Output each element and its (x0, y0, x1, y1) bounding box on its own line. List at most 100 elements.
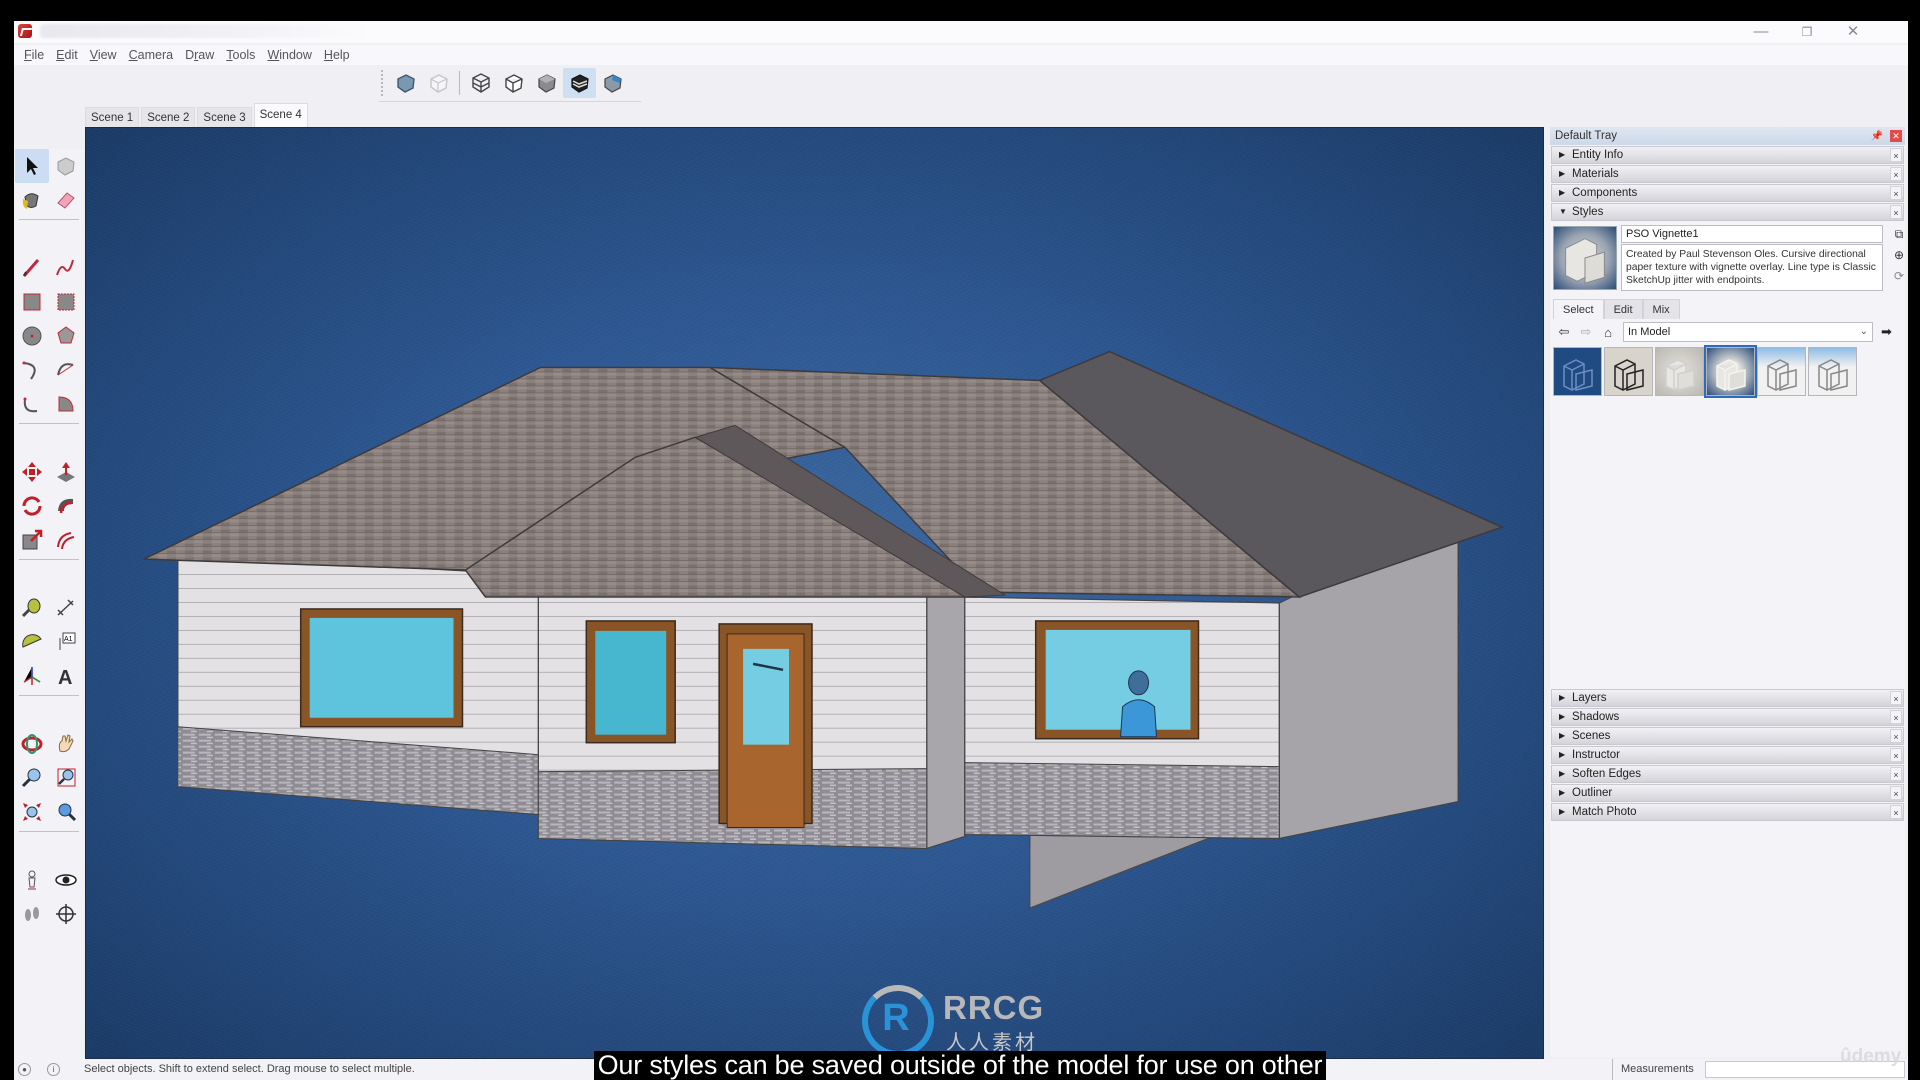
scene-tab-4[interactable]: Scene 4 (253, 103, 308, 127)
monochrome-button[interactable] (596, 68, 629, 98)
menu-edit[interactable]: Edit (50, 48, 84, 62)
arc-tool[interactable] (15, 353, 49, 387)
scale-tool[interactable] (15, 523, 49, 557)
forward-arrow-icon[interactable]: ⇨ (1575, 324, 1597, 340)
panel-soften-edges[interactable]: ▶ Soften Edges × (1551, 765, 1904, 783)
menu-draw[interactable]: Draw (179, 48, 220, 62)
styles-tab-mix[interactable]: Mix (1642, 299, 1680, 319)
drawing-viewport[interactable] (85, 127, 1544, 1059)
style-swatch[interactable] (1704, 345, 1757, 398)
close-panel-icon[interactable]: × (1890, 805, 1902, 819)
geo-location-icon[interactable]: ● (18, 1063, 31, 1076)
wireframe-button[interactable] (464, 68, 497, 98)
line-tool[interactable] (15, 251, 49, 285)
close-panel-icon[interactable]: × (1890, 767, 1902, 781)
style-name-field[interactable]: PSO Vignette1 (1621, 225, 1883, 243)
dimension-tool[interactable] (49, 591, 83, 625)
panel-components[interactable]: ▶ Components × (1551, 184, 1904, 202)
3-point-arc-tool[interactable] (15, 387, 49, 421)
create-style-icon[interactable]: ⧉ (1892, 227, 1906, 241)
select-tool[interactable] (15, 149, 49, 183)
zoom-tool[interactable] (15, 761, 49, 795)
home-icon[interactable]: ⌂ (1597, 325, 1619, 340)
panel-entity-info[interactable]: ▶ Entity Info × (1551, 146, 1904, 164)
close-panel-icon[interactable]: × (1890, 205, 1902, 219)
panel-scenes[interactable]: ▶ Scenes × (1551, 727, 1904, 745)
styles-tab-select[interactable]: Select (1553, 299, 1604, 319)
look-around-tool[interactable] (49, 863, 83, 897)
position-camera-tool[interactable] (15, 863, 49, 897)
panel-styles[interactable]: ▼ Styles × (1551, 203, 1904, 221)
pan-tool[interactable] (49, 727, 83, 761)
protractor-tool[interactable] (15, 625, 49, 659)
shaded-textures-button[interactable] (563, 67, 596, 98)
house-model[interactable] (86, 128, 1543, 1058)
text-tool[interactable]: A1 (49, 625, 83, 659)
rotated-rectangle-tool[interactable] (49, 285, 83, 319)
eraser-tool[interactable] (49, 183, 83, 217)
menu-file[interactable]: File (18, 48, 50, 62)
shaded-button[interactable] (530, 68, 563, 98)
style-swatch[interactable] (1808, 347, 1857, 396)
close-panel-icon[interactable]: × (1890, 148, 1902, 162)
previous-view-tool[interactable] (49, 795, 83, 829)
style-description-field[interactable]: Created by Paul Stevenson Oles. Cursive … (1621, 244, 1883, 291)
collection-dropdown[interactable]: In Model ⌄ (1623, 322, 1873, 342)
style-swatch[interactable] (1553, 347, 1602, 396)
scene-tab-3[interactable]: Scene 3 (197, 107, 252, 127)
scene-tab-1[interactable]: Scene 1 (85, 107, 140, 127)
close-panel-icon[interactable]: × (1890, 729, 1902, 743)
style-swatch[interactable] (1604, 347, 1653, 396)
close-window-button[interactable]: ✕ (1830, 21, 1876, 43)
3d-text-tool[interactable]: A (49, 659, 83, 693)
orbit-tool[interactable] (15, 727, 49, 761)
maximize-button[interactable]: ❐ (1784, 21, 1830, 43)
close-panel-icon[interactable]: × (1890, 167, 1902, 181)
hidden-line-button[interactable] (497, 68, 530, 98)
refresh-style-icon[interactable]: ⟳ (1892, 269, 1906, 283)
rotate-tool[interactable] (15, 489, 49, 523)
panel-outliner[interactable]: ▶ Outliner × (1551, 784, 1904, 802)
menu-camera[interactable]: Camera (123, 48, 179, 62)
pie-tool[interactable] (49, 387, 83, 421)
back-edges-button[interactable] (422, 68, 455, 98)
move-tool[interactable] (15, 455, 49, 489)
close-panel-icon[interactable]: × (1890, 786, 1902, 800)
menu-view[interactable]: View (84, 48, 123, 62)
close-panel-icon[interactable]: × (1890, 691, 1902, 705)
xray-button[interactable] (389, 68, 422, 98)
info-icon[interactable]: i (47, 1063, 60, 1076)
circle-tool[interactable] (15, 319, 49, 353)
rectangle-tool[interactable] (15, 285, 49, 319)
style-swatch[interactable] (1655, 347, 1704, 396)
pin-icon[interactable]: 📌 (1871, 128, 1883, 146)
menu-help[interactable]: Help (318, 48, 356, 62)
panel-instructor[interactable]: ▶ Instructor × (1551, 746, 1904, 764)
close-panel-icon[interactable]: × (1890, 748, 1902, 762)
menu-tools[interactable]: Tools (220, 48, 261, 62)
update-style-icon[interactable]: ⊕ (1892, 248, 1906, 262)
section-plane-tool[interactable] (49, 897, 83, 931)
zoom-window-tool[interactable] (49, 761, 83, 795)
close-panel-icon[interactable]: × (1890, 710, 1902, 724)
follow-me-tool[interactable] (49, 489, 83, 523)
scene-tab-2[interactable]: Scene 2 (141, 107, 196, 127)
styles-tab-edit[interactable]: Edit (1603, 299, 1643, 319)
style-swatch[interactable] (1757, 347, 1806, 396)
zoom-extents-tool[interactable] (15, 795, 49, 829)
polygon-tool[interactable] (49, 319, 83, 353)
close-panel-icon[interactable]: × (1890, 186, 1902, 200)
walk-tool[interactable] (15, 897, 49, 931)
axes-tool[interactable] (15, 659, 49, 693)
push-pull-tool[interactable] (49, 455, 83, 489)
toolbar-grip[interactable] (381, 70, 383, 96)
tape-measure-tool[interactable] (15, 591, 49, 625)
make-component-tool[interactable] (49, 149, 83, 183)
tray-close-button[interactable]: ✕ (1890, 130, 1902, 142)
panel-shadows[interactable]: ▶ Shadows × (1551, 708, 1904, 726)
panel-materials[interactable]: ▶ Materials × (1551, 165, 1904, 183)
minimize-button[interactable]: — (1738, 21, 1784, 43)
back-arrow-icon[interactable]: ⇦ (1553, 324, 1575, 340)
details-arrow-icon[interactable]: ➡ (1881, 324, 1892, 340)
freehand-tool[interactable] (49, 251, 83, 285)
